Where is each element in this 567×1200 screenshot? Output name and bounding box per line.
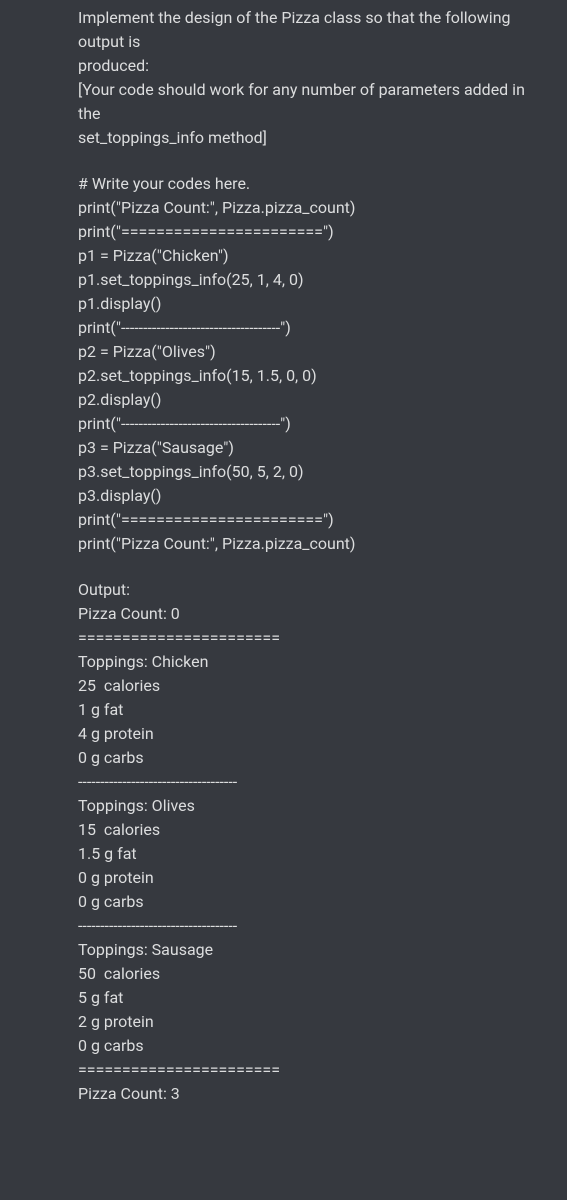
text-line: p1.display()	[78, 292, 547, 316]
text-line: 2 g protein	[78, 1010, 547, 1034]
text-line: print("=======================")	[78, 220, 547, 244]
text-line: p2.set_toppings_info(15, 1.5, 0, 0)	[78, 364, 547, 388]
text-line: 0 g carbs	[78, 746, 547, 770]
text-line: Pizza Count: 0	[78, 602, 547, 626]
text-line: =======================	[78, 626, 547, 650]
text-line: ------------------------------------	[78, 770, 547, 794]
text-line: Output:	[78, 578, 547, 602]
text-line: 0 g carbs	[78, 890, 547, 914]
text-line: Pizza Count: 3	[78, 1082, 547, 1106]
text-line: print("Pizza Count:", Pizza.pizza_count)	[78, 196, 547, 220]
text-line: p2 = Pizza("Olives")	[78, 340, 547, 364]
spacer	[78, 150, 547, 172]
text-line: 4 g protein	[78, 722, 547, 746]
text-line: p3.set_toppings_info(50, 5, 2, 0)	[78, 460, 547, 484]
spacer	[78, 556, 547, 578]
text-line: 0 g carbs	[78, 1034, 547, 1058]
text-line: 1 g fat	[78, 698, 547, 722]
text-line: 1.5 g fat	[78, 842, 547, 866]
text-line: ------------------------------------	[78, 914, 547, 938]
text-line: 15 calories	[78, 818, 547, 842]
text-line: Toppings: Chicken	[78, 650, 547, 674]
text-line: p2.display()	[78, 388, 547, 412]
text-line: Implement the design of the Pizza class …	[78, 6, 547, 54]
text-line: 5 g fat	[78, 986, 547, 1010]
text-line: p1.set_toppings_info(25, 1, 4, 0)	[78, 268, 547, 292]
text-line: set_toppings_info method]	[78, 126, 547, 150]
text-line: =======================	[78, 1058, 547, 1082]
text-line: 25 calories	[78, 674, 547, 698]
text-line: print("=======================")	[78, 508, 547, 532]
text-line: print("Pizza Count:", Pizza.pizza_count)	[78, 532, 547, 556]
text-line: p3.display()	[78, 484, 547, 508]
text-line: 50 calories	[78, 962, 547, 986]
text-line: print("---------------------------------…	[78, 316, 547, 340]
text-line: p1 = Pizza("Chicken")	[78, 244, 547, 268]
text-line: # Write your codes here.	[78, 172, 547, 196]
text-line: 0 g protein	[78, 866, 547, 890]
text-line: Toppings: Sausage	[78, 938, 547, 962]
text-line: p3 = Pizza("Sausage")	[78, 436, 547, 460]
text-line: produced:	[78, 54, 547, 78]
text-line: [Your code should work for any number of…	[78, 78, 547, 126]
text-line: print("---------------------------------…	[78, 412, 547, 436]
text-line: Toppings: Olives	[78, 794, 547, 818]
message-content: Implement the design of the Pizza class …	[0, 0, 567, 1126]
